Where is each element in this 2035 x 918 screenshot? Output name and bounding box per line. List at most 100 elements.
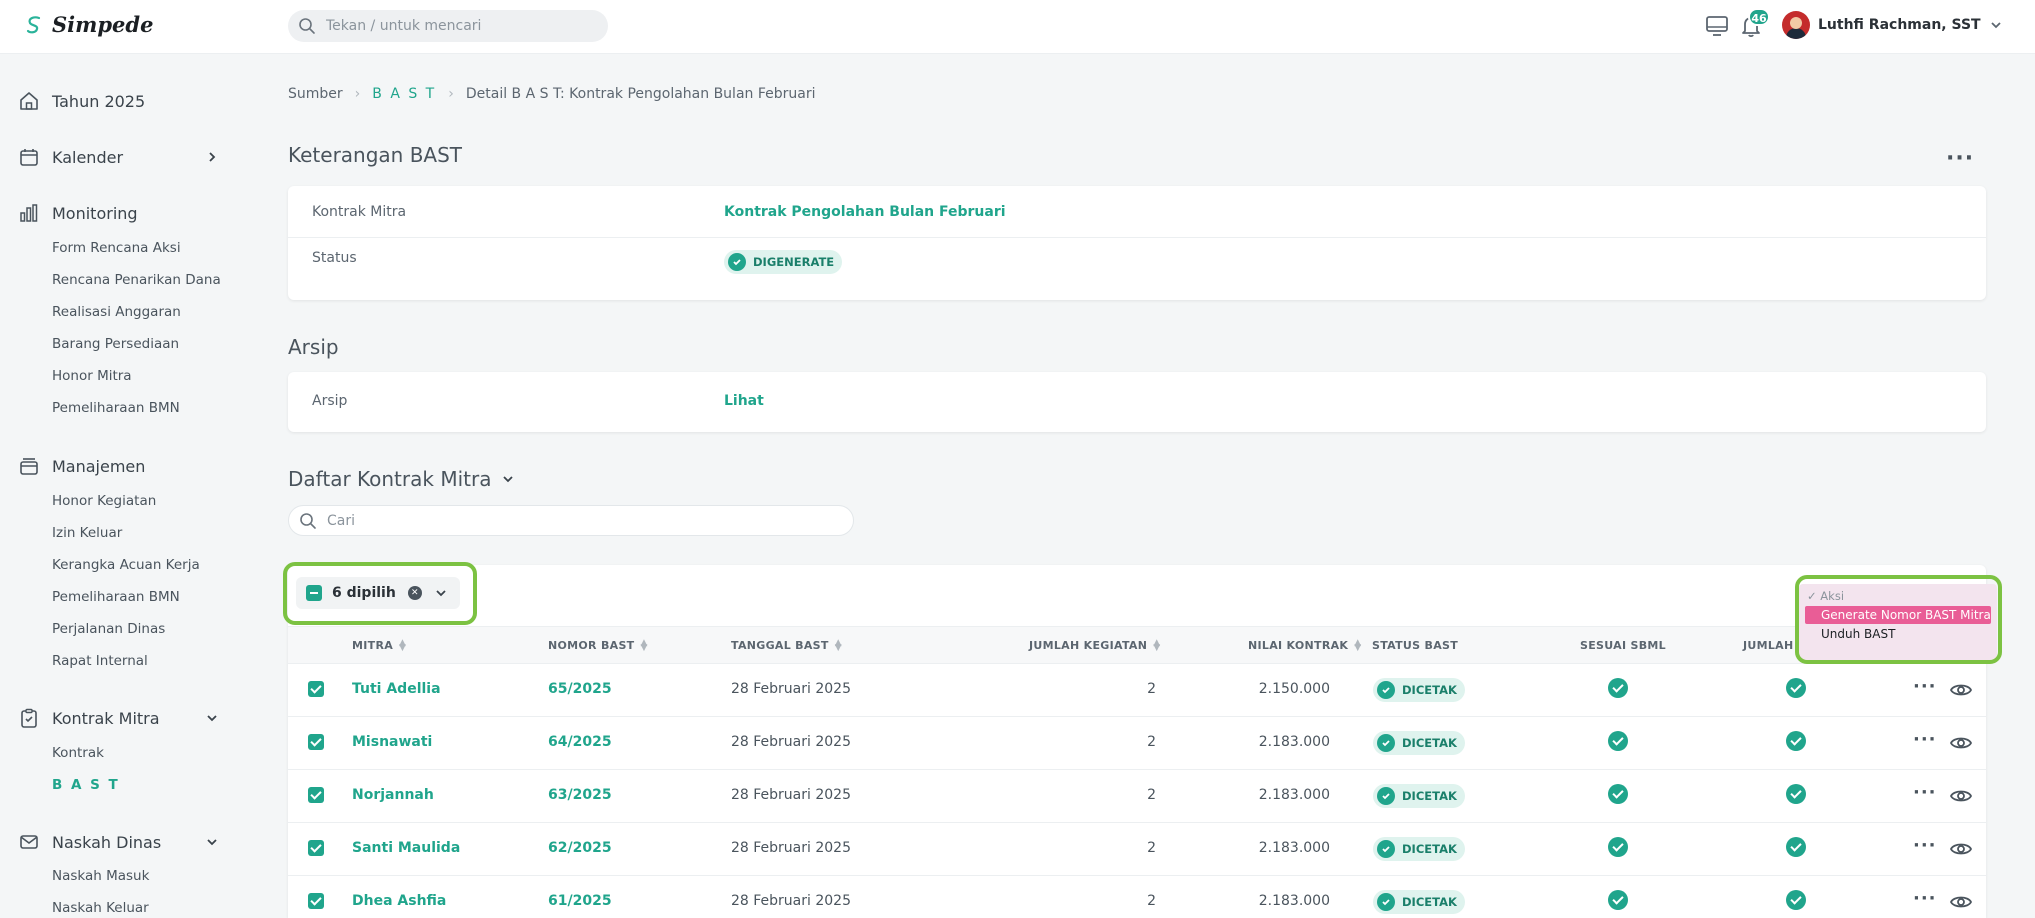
check-circle-icon bbox=[1608, 678, 1628, 698]
row-checkbox[interactable] bbox=[308, 893, 324, 909]
row-actions-button[interactable]: ··· bbox=[1913, 729, 1937, 750]
user-name: Luthfi Rachman, SST bbox=[1818, 17, 1981, 33]
column-label: NOMOR BAST bbox=[548, 639, 635, 652]
eye-icon[interactable] bbox=[1949, 733, 1973, 753]
daftar-kontrak-title[interactable]: Daftar Kontrak Mitra bbox=[288, 467, 515, 491]
table-row[interactable]: Tuti Adellia 65/2025 28 Februari 2025 2 2.15… bbox=[288, 664, 1986, 717]
cell-mitra[interactable]: Santi Maulida bbox=[352, 840, 460, 856]
column-header-jumlah-kegiatan[interactable]: JUMLAH KEGIATAN ▲ ▼ bbox=[1029, 638, 1160, 652]
column-header-mitra[interactable]: MITRA ▲ ▼ bbox=[352, 638, 406, 652]
row-actions-button[interactable]: ··· bbox=[1913, 782, 1937, 803]
cell-nomor-bast[interactable]: 64/2025 bbox=[548, 734, 612, 750]
row-actions-button[interactable]: ··· bbox=[1913, 676, 1937, 697]
sidebar-group-manajemen[interactable]: Manajemen bbox=[18, 455, 145, 477]
row-checkbox[interactable] bbox=[308, 734, 324, 750]
chevron-down-icon[interactable] bbox=[205, 711, 219, 725]
table-row[interactable]: Norjannah 63/2025 28 Februari 2025 2 2.183.0… bbox=[288, 770, 1986, 823]
sidebar-group-naskah-dinas[interactable]: Naskah Dinas bbox=[18, 831, 161, 853]
user-menu[interactable]: Luthfi Rachman, SST bbox=[1782, 11, 2003, 39]
chevron-right-icon[interactable] bbox=[205, 150, 219, 164]
sidebar-group-monitoring[interactable]: Monitoring bbox=[18, 202, 138, 224]
cell-mitra[interactable]: Dhea Ashfia bbox=[352, 893, 446, 909]
kontrak-mitra-label: Kontrak Mitra bbox=[312, 204, 407, 220]
kontrak-mitra-link[interactable]: Kontrak Pengolahan Bulan Februari bbox=[724, 204, 1006, 220]
column-label: MITRA bbox=[352, 639, 394, 652]
sidebar-item-barang-persediaan[interactable]: Barang Persediaan bbox=[52, 336, 179, 352]
column-label: STATUS BAST bbox=[1372, 639, 1459, 652]
column-header-tanggal[interactable]: TANGGAL BAST ▲ ▼ bbox=[731, 638, 842, 652]
cell-nomor-bast[interactable]: 63/2025 bbox=[548, 787, 612, 803]
table-row[interactable]: Santi Maulida 62/2025 28 Februari 2025 2 2.1… bbox=[288, 823, 1986, 876]
global-search[interactable] bbox=[288, 10, 608, 42]
column-label: SESUAI SBML bbox=[1580, 639, 1666, 652]
eye-icon[interactable] bbox=[1949, 786, 1973, 806]
avatar bbox=[1782, 11, 1810, 39]
sidebar-item-rencana-penarikan-dana[interactable]: Rencana Penarikan Dana bbox=[52, 272, 221, 288]
cell-mitra[interactable]: Norjannah bbox=[352, 787, 434, 803]
sidebar-item-honor-mitra[interactable]: Honor Mitra bbox=[52, 368, 132, 384]
eye-icon[interactable] bbox=[1949, 680, 1973, 700]
sidebar-item-pemeliharaan-bmn[interactable]: Pemeliharaan BMN bbox=[52, 400, 180, 416]
column-header-sbml: SESUAI SBML bbox=[1580, 639, 1666, 652]
more-actions-button[interactable]: ··· bbox=[1946, 146, 1974, 171]
sidebar-item-naskah-keluar[interactable]: Naskah Keluar bbox=[52, 900, 149, 916]
sidebar-item-bast[interactable]: B A S T bbox=[52, 777, 120, 793]
cell-nomor-bast[interactable]: 65/2025 bbox=[548, 681, 612, 697]
list-search-input[interactable] bbox=[327, 512, 827, 529]
eye-icon[interactable] bbox=[1949, 839, 1973, 859]
column-header-nilai[interactable]: NILAI KONTRAK ▲ ▼ bbox=[1248, 638, 1361, 652]
app-name: Simpede bbox=[52, 12, 154, 37]
row-actions-button[interactable]: ··· bbox=[1913, 835, 1937, 856]
breadcrumb-root[interactable]: Sumber bbox=[288, 86, 343, 102]
sidebar-item-pemeliharaan-bmn-2[interactable]: Pemeliharaan BMN bbox=[52, 589, 180, 605]
status-badge-label: DIGENERATE bbox=[753, 255, 835, 269]
cell-tanggal-bast: 28 Februari 2025 bbox=[731, 840, 851, 856]
status-badge-label: DICETAK bbox=[1402, 683, 1457, 697]
row-checkbox[interactable] bbox=[308, 787, 324, 803]
cell-nomor-bast[interactable]: 62/2025 bbox=[548, 840, 612, 856]
bar-chart-icon bbox=[20, 204, 38, 222]
eye-icon[interactable] bbox=[1949, 892, 1973, 912]
sidebar-item-kontrak[interactable]: Kontrak bbox=[52, 745, 104, 761]
global-search-input[interactable] bbox=[326, 18, 586, 34]
row-checkbox[interactable] bbox=[308, 681, 324, 697]
monitor-icon[interactable] bbox=[1704, 13, 1730, 39]
table-row[interactable]: Misnawati 64/2025 28 Februari 2025 2 2.183.0… bbox=[288, 717, 1986, 770]
sidebar-item-rapat-internal[interactable]: Rapat Internal bbox=[52, 653, 148, 669]
sidebar-item-calendar[interactable]: Kalender bbox=[18, 146, 123, 168]
sidebar-item-izin-keluar[interactable]: Izin Keluar bbox=[52, 525, 122, 541]
check-icon bbox=[1377, 681, 1395, 699]
home-icon bbox=[20, 92, 38, 110]
clipboard-check-icon bbox=[21, 708, 37, 728]
status-badge-label: DICETAK bbox=[1402, 789, 1457, 803]
cell-nomor-bast[interactable]: 61/2025 bbox=[548, 893, 612, 909]
status-badge: DIGENERATE bbox=[724, 250, 843, 274]
column-label: NILAI KONTRAK bbox=[1248, 639, 1349, 652]
cell-nilai-kontrak: 2.183.000 bbox=[1258, 734, 1330, 750]
sidebar-item-year[interactable]: Tahun 2025 bbox=[18, 90, 145, 112]
sidebar-item-naskah-masuk[interactable]: Naskah Masuk bbox=[52, 868, 149, 884]
sidebar-item-perjalanan-dinas[interactable]: Perjalanan Dinas bbox=[52, 621, 165, 637]
sidebar-item-kerangka-acuan-kerja[interactable]: Kerangka Acuan Kerja bbox=[52, 557, 200, 573]
row-checkbox[interactable] bbox=[308, 840, 324, 856]
table-row[interactable]: Dhea Ashfia 61/2025 28 Februari 2025 2 2.183… bbox=[288, 876, 1986, 918]
arsip-view-link[interactable]: Lihat bbox=[724, 393, 764, 409]
breadcrumb-parent[interactable]: B A S T bbox=[372, 86, 436, 102]
sidebar-group-kontrak-mitra[interactable]: Kontrak Mitra bbox=[18, 707, 160, 729]
sidebar-item-realisasi-anggaran[interactable]: Realisasi Anggaran bbox=[52, 304, 181, 320]
chevron-right-icon: › bbox=[448, 86, 454, 102]
sidebar-item-form-rencana-aksi[interactable]: Form Rencana Aksi bbox=[52, 240, 181, 256]
cell-mitra[interactable]: Tuti Adellia bbox=[352, 681, 441, 697]
list-search[interactable] bbox=[288, 505, 854, 536]
cell-tanggal-bast: 28 Februari 2025 bbox=[731, 893, 851, 909]
app-logo[interactable]: Simpede bbox=[24, 12, 153, 37]
row-actions-button[interactable]: ··· bbox=[1913, 888, 1937, 909]
archive-icon bbox=[20, 458, 38, 475]
check-circle-icon bbox=[1608, 890, 1628, 910]
column-header-status: STATUS BAST bbox=[1372, 639, 1458, 652]
cell-mitra[interactable]: Misnawati bbox=[352, 734, 432, 750]
chevron-down-icon[interactable] bbox=[205, 835, 219, 849]
column-header-nomor[interactable]: NOMOR BAST ▲ ▼ bbox=[548, 638, 648, 652]
sidebar-item-honor-kegiatan[interactable]: Honor Kegiatan bbox=[52, 493, 156, 509]
breadcrumb: Sumber › B A S T › Detail B A S T: Kontr… bbox=[288, 86, 816, 102]
